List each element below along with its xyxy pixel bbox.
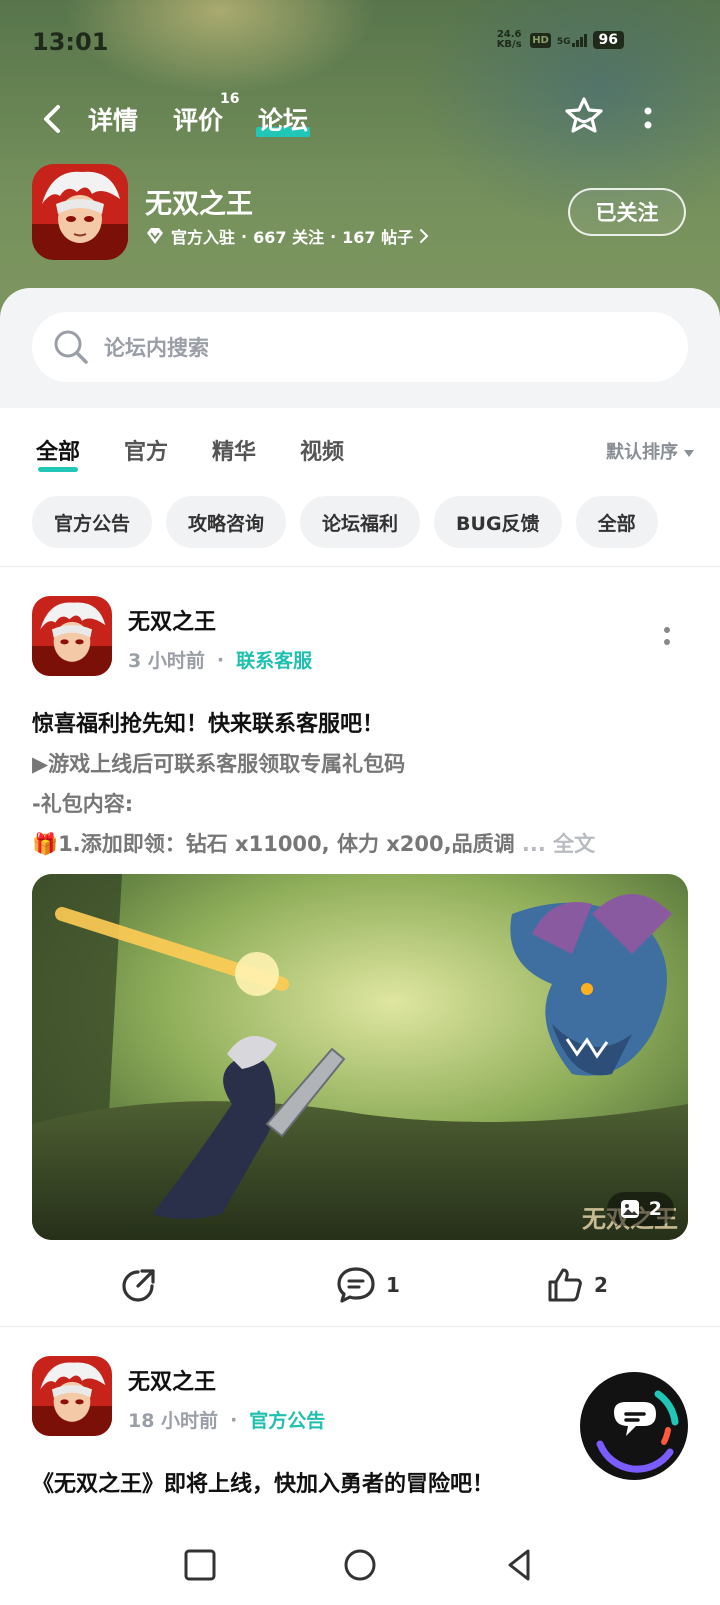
game-icon[interactable] bbox=[32, 164, 128, 260]
category-chips: 官方公告 攻略咨询 论坛福利 BUG反馈 全部 bbox=[32, 496, 658, 548]
chip-welfare[interactable]: 论坛福利 bbox=[300, 496, 421, 548]
favorite-star-icon[interactable] bbox=[562, 95, 606, 139]
chip-guides[interactable]: 攻略咨询 bbox=[166, 496, 287, 548]
share-icon bbox=[122, 1269, 155, 1302]
chat-fab-button[interactable] bbox=[580, 1372, 688, 1480]
search-icon bbox=[54, 330, 88, 364]
tab-details[interactable]: 详情 bbox=[88, 101, 138, 137]
meta-dot: · bbox=[230, 1408, 238, 1431]
ellipsis: ... bbox=[514, 832, 554, 856]
more-options-icon[interactable] bbox=[640, 103, 656, 133]
posts-count[interactable]: 167 帖子 bbox=[342, 224, 413, 248]
post-title[interactable]: 《无双之王》即将上线，快加入勇者的冒险吧！ bbox=[32, 1466, 494, 1498]
filter-tab-all[interactable]: 全部 bbox=[36, 434, 80, 472]
post-meta: 3 小时前 · 联系客服 bbox=[128, 646, 312, 673]
tab-reviews[interactable]: 评价 bbox=[173, 101, 223, 137]
chip-all[interactable]: 全部 bbox=[575, 496, 658, 548]
chip-announcements[interactable]: 官方公告 bbox=[32, 496, 153, 548]
comment-button[interactable]: 1 bbox=[336, 1266, 400, 1304]
search-section: 论坛内搜索 bbox=[0, 288, 720, 408]
search-placeholder: 论坛内搜索 bbox=[104, 336, 209, 360]
followers-count: 667 关注 bbox=[253, 228, 325, 247]
post-author[interactable]: 无双之王 bbox=[128, 1364, 216, 1396]
filter-tab-official[interactable]: 官方 bbox=[124, 434, 168, 466]
verified-diamond-icon bbox=[147, 228, 163, 244]
post-excerpt-text: 🎁1.添加即领：钻石 x11000, 体力 x200,品质调 bbox=[32, 832, 515, 856]
top-nav: 详情 评价 16 论坛 bbox=[0, 91, 720, 145]
signal-label: 5G bbox=[556, 36, 571, 47]
post-divider bbox=[0, 1326, 720, 1327]
post-author[interactable]: 无双之王 bbox=[128, 604, 216, 636]
reviews-count-badge: 16 bbox=[220, 91, 240, 107]
post-more-icon[interactable] bbox=[660, 622, 674, 652]
sort-dropdown[interactable]: 默认排序 bbox=[606, 438, 694, 464]
post-actions: 1 2 bbox=[0, 1256, 720, 1316]
thumbs-up-icon bbox=[548, 1268, 582, 1302]
battery-icon: 96 bbox=[592, 31, 624, 49]
like-button[interactable]: 2 bbox=[546, 1266, 608, 1304]
filter-tabs: 全部 官方 精华 视频 默认排序 bbox=[0, 408, 720, 488]
chevron-right-icon bbox=[420, 229, 429, 243]
comment-icon bbox=[337, 1267, 375, 1303]
chat-bubble-icon bbox=[596, 1390, 679, 1473]
network-speed: 24.6 KB/s bbox=[494, 30, 524, 50]
post-image[interactable]: 无双之王 2 bbox=[32, 874, 688, 1240]
filter-tab-featured[interactable]: 精华 bbox=[212, 434, 256, 466]
forum-content: 全部 官方 精华 视频 默认排序 官方公告 攻略咨询 论坛福利 BUG反馈 全部 bbox=[0, 408, 720, 1528]
status-indicators: 24.6 KB/s HD 5G 96 bbox=[494, 30, 624, 50]
post-tag[interactable]: 联系客服 bbox=[236, 646, 312, 673]
game-info: 无双之王 官方入驻 · 667 关注 · 167 帖子 已关注 bbox=[0, 162, 720, 262]
post-time: 18 小时前 bbox=[128, 1410, 219, 1432]
post-excerpt-line: 🎁1.添加即领：钻石 x11000, 体力 x200,品质调 ... 全文 bbox=[32, 828, 595, 858]
verified-label: 官方入驻 bbox=[171, 228, 236, 247]
comment-count: 1 bbox=[386, 1273, 400, 1297]
meta-dot: · bbox=[216, 648, 225, 671]
like-count: 2 bbox=[594, 1273, 608, 1297]
chip-bug-report[interactable]: BUG反馈 bbox=[434, 496, 562, 548]
system-nav-bar bbox=[0, 1525, 720, 1605]
game-title: 无双之王 bbox=[145, 189, 253, 220]
status-bar: 13:01 24.6 KB/s HD 5G 96 bbox=[0, 22, 720, 62]
post-card[interactable]: 无双之王 3 小时前 · 联系客服 惊喜福利抢先知！快来联系客服吧！ ▶游戏上线… bbox=[0, 596, 720, 1316]
share-button[interactable] bbox=[120, 1266, 158, 1304]
follow-button[interactable]: 已关注 bbox=[568, 188, 686, 236]
home-icon[interactable] bbox=[338, 1543, 382, 1587]
meta-dot: · bbox=[330, 226, 337, 246]
sort-label: 默认排序 bbox=[606, 442, 678, 463]
post-meta: 18 小时前 · 官方公告 bbox=[128, 1406, 325, 1433]
avatar[interactable] bbox=[32, 596, 112, 676]
post-tag[interactable]: 官方公告 bbox=[249, 1406, 325, 1433]
filter-tab-video[interactable]: 视频 bbox=[300, 434, 344, 466]
section-divider bbox=[0, 566, 720, 567]
image-icon bbox=[620, 1200, 639, 1218]
avatar[interactable] bbox=[32, 1356, 112, 1436]
signal-icon: 5G bbox=[556, 33, 587, 47]
post-time: 3 小时前 bbox=[128, 650, 205, 672]
post-excerpt-line: ▶游戏上线后可联系客服领取专属礼包码 bbox=[32, 752, 406, 776]
network-speed-unit: KB/s bbox=[496, 39, 522, 50]
read-more-link[interactable]: 全文 bbox=[553, 832, 595, 856]
image-count-badge: 2 bbox=[606, 1192, 674, 1226]
image-count: 2 bbox=[648, 1198, 662, 1220]
game-meta: 官方入驻 · 667 关注 · 167 帖子 bbox=[145, 224, 429, 248]
back-icon[interactable] bbox=[498, 1543, 542, 1587]
hd-icon: HD bbox=[530, 32, 551, 48]
status-time: 13:01 bbox=[32, 28, 109, 56]
search-input[interactable]: 论坛内搜索 bbox=[32, 312, 688, 382]
tab-forum[interactable]: 论坛 bbox=[255, 101, 311, 137]
back-arrow-icon[interactable] bbox=[34, 101, 70, 137]
post-excerpt-line: -礼包内容: bbox=[32, 792, 134, 816]
post-title[interactable]: 惊喜福利抢先知！快来联系客服吧！ bbox=[32, 706, 384, 738]
recent-apps-icon[interactable] bbox=[178, 1543, 222, 1587]
meta-dot: · bbox=[241, 226, 248, 246]
caret-down-icon bbox=[684, 449, 694, 457]
